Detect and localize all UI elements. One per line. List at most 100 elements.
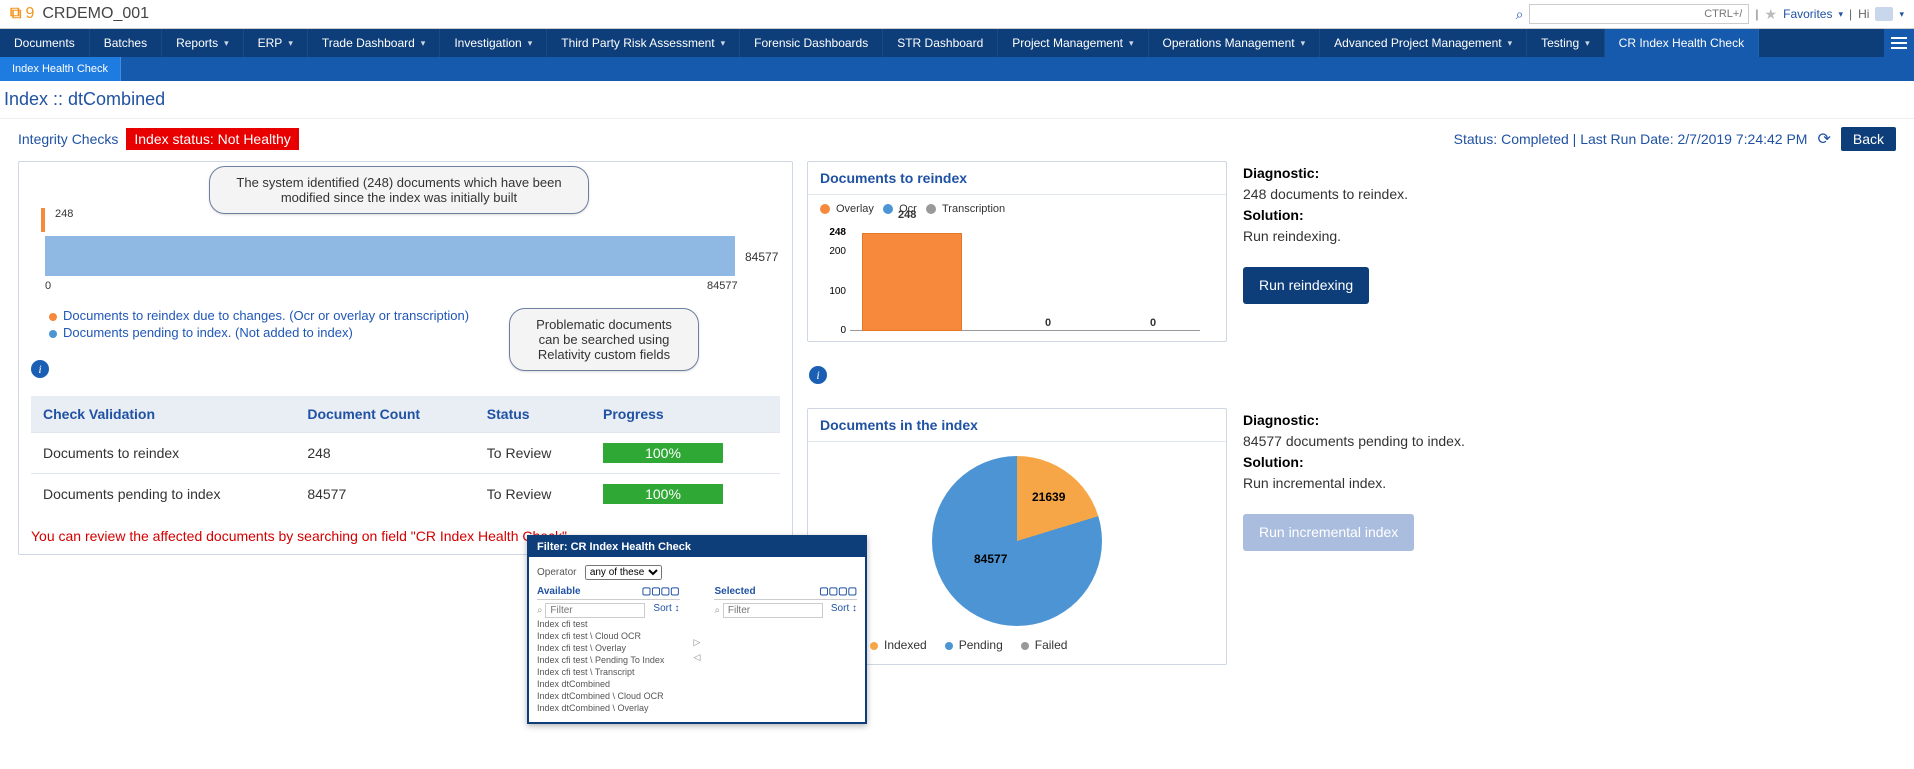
refresh-icon[interactable]: ⟳: [1817, 129, 1830, 149]
dot-icon: [820, 204, 830, 214]
available-header: Available: [537, 586, 581, 597]
dot-icon: [926, 204, 936, 214]
nav-item-testing[interactable]: Testing▾: [1527, 29, 1605, 57]
logo-nine: 9: [25, 5, 34, 23]
search-icon[interactable]: ⌕: [1516, 6, 1524, 23]
reindex-chart-box: Documents to reindex Overlay Ocr Transcr…: [807, 161, 1227, 342]
available-list[interactable]: Index cfi testIndex cfi test \ Cloud OCR…: [537, 618, 680, 714]
chevron-down-icon: ▾: [421, 38, 426, 49]
index-pie-chart: 21639 84577: [932, 456, 1102, 626]
chevron-down-icon: ▾: [1899, 9, 1904, 20]
index-pie-box: Documents in the index 21639 84577 Index…: [807, 408, 1227, 665]
sort-link[interactable]: Sort ↕: [653, 603, 679, 614]
global-search-input[interactable]: [1529, 4, 1749, 24]
operator-select[interactable]: any of these: [585, 565, 662, 580]
list-item[interactable]: Index dtCombined \ Overlay: [537, 702, 680, 714]
bar-overlay: [862, 233, 962, 331]
main-nav: DocumentsBatchesReports▾ERP▾Trade Dashbo…: [0, 29, 1914, 57]
list-item[interactable]: Index cfi test \ Cloud OCR: [537, 630, 680, 642]
pie-label-indexed: 21639: [1032, 490, 1065, 504]
validation-table: Check Validation Document Count Status P…: [31, 396, 780, 514]
reindex-row: Documents to reindex Overlay Ocr Transcr…: [807, 161, 1896, 342]
nav-item-forensic-dashboards[interactable]: Forensic Dashboards: [740, 29, 883, 57]
star-icon[interactable]: ★: [1765, 6, 1778, 23]
nav-item-reports[interactable]: Reports▾: [162, 29, 244, 57]
index-pie-title: Documents in the index: [808, 409, 1226, 442]
list-item[interactable]: Index dtCombined: [537, 678, 680, 690]
box-icons: ▢▢▢▢: [642, 586, 680, 597]
hamburger-icon[interactable]: [1884, 29, 1914, 57]
reindex-legend: Overlay Ocr Transcription: [820, 203, 1214, 215]
status-text: Status: Completed | Last Run Date: 2/7/2…: [1454, 131, 1808, 147]
chevron-down-icon: ▾: [1301, 38, 1306, 49]
favorites-link[interactable]: Favorites: [1783, 7, 1832, 21]
nav-item-str-dashboard[interactable]: STR Dashboard: [883, 29, 998, 57]
progress-bar: 100%: [603, 443, 723, 463]
right-column: Documents to reindex Overlay Ocr Transcr…: [807, 161, 1896, 665]
subtab-index-health-check[interactable]: Index Health Check: [0, 57, 121, 81]
col-document-count: Document Count: [295, 396, 474, 433]
nav-item-third-party-risk-assessment[interactable]: Third Party Risk Assessment▾: [547, 29, 740, 57]
nav-item-erp[interactable]: ERP▾: [244, 29, 308, 57]
search-icon: ⌕: [714, 605, 720, 616]
workspace-name: CRDEMO_001: [42, 5, 149, 23]
nav-item-project-management[interactable]: Project Management▾: [998, 29, 1148, 57]
axis-max: 84577: [707, 280, 738, 292]
sub-nav: Index Health Check: [0, 57, 1914, 81]
chevron-down-icon: ▾: [1585, 38, 1590, 49]
breadcrumb: Index :: dtCombined: [0, 81, 1914, 119]
logo-icon: ⧉: [10, 5, 21, 23]
move-arrows[interactable]: ▷◁: [694, 586, 701, 714]
selected-header: Selected: [714, 586, 755, 597]
table-row: Documents to reindex 248 To Review 100%: [31, 433, 780, 474]
list-item[interactable]: Index cfi test \ Pending To Index: [537, 654, 680, 666]
info-icon[interactable]: i: [31, 360, 49, 378]
list-item[interactable]: Index cfi test: [537, 618, 680, 630]
left-panel: The system identified (248) documents wh…: [18, 161, 793, 555]
nav-item-trade-dashboard[interactable]: Trade Dashboard▾: [308, 29, 440, 57]
nav-item-cr-index-health-check[interactable]: CR Index Health Check: [1605, 29, 1759, 57]
bar-segment-pending: [45, 236, 735, 276]
dot-icon: [870, 642, 878, 650]
status-row: Integrity Checks Index status: Not Healt…: [0, 119, 1914, 157]
nav-item-advanced-project-management[interactable]: Advanced Project Management▾: [1320, 29, 1527, 57]
nav-item-documents[interactable]: Documents: [0, 29, 90, 57]
chevron-down-icon: ▾: [1129, 38, 1134, 49]
pie-label-pending: 84577: [974, 552, 1007, 566]
pie-legend: Indexed Pending Failed: [820, 638, 1214, 652]
titlebar: ⧉ 9 CRDEMO_001 ⌕ | ★ Favorites ▾ | Hi xx…: [0, 0, 1914, 29]
chevron-down-icon: ▾: [224, 38, 229, 49]
dot-icon: [49, 330, 57, 338]
chevron-down-icon: ▾: [721, 38, 726, 49]
nav-item-operations-management[interactable]: Operations Management▾: [1149, 29, 1321, 57]
chevron-down-icon: ▾: [288, 38, 293, 49]
back-button[interactable]: Back: [1841, 127, 1896, 151]
user-name-blur: xxx: [1875, 7, 1893, 21]
operator-label: Operator: [537, 567, 576, 578]
callout-searchable: Problematic documents can be searched us…: [509, 308, 699, 371]
search-icon: ⌕: [537, 605, 543, 616]
chevron-down-icon: ▾: [1508, 38, 1513, 49]
list-item[interactable]: Index cfi test \ Overlay: [537, 642, 680, 654]
greeting: Hi: [1858, 7, 1869, 21]
run-reindexing-button[interactable]: Run reindexing: [1243, 267, 1369, 304]
main-area: The system identified (248) documents wh…: [0, 157, 1914, 685]
col-status: Status: [475, 396, 591, 433]
progress-bar: 100%: [603, 484, 723, 504]
bar-label-248: 248: [55, 208, 73, 220]
nav-item-batches[interactable]: Batches: [90, 29, 162, 57]
available-filter-input[interactable]: [545, 603, 645, 618]
nav-item-investigation[interactable]: Investigation▾: [440, 29, 547, 57]
separator: |: [1849, 7, 1852, 21]
dot-icon: [1021, 642, 1029, 650]
table-row: Documents pending to index 84577 To Revi…: [31, 474, 780, 515]
list-item[interactable]: Index dtCombined \ Cloud OCR: [537, 690, 680, 702]
index-status-badge: Index status: Not Healthy: [126, 128, 298, 150]
list-item[interactable]: Index cfi test \ Transcript: [537, 666, 680, 678]
info-icon[interactable]: i: [809, 366, 827, 384]
reindex-plot: 0 100 200 248 248 0 0: [820, 221, 1200, 331]
run-incremental-index-button[interactable]: Run incremental index: [1243, 514, 1414, 551]
col-check-validation: Check Validation: [31, 396, 295, 433]
col-progress: Progress: [591, 396, 780, 433]
reindex-diagnostic: Diagnostic: 248 documents to reindex. So…: [1243, 161, 1896, 304]
